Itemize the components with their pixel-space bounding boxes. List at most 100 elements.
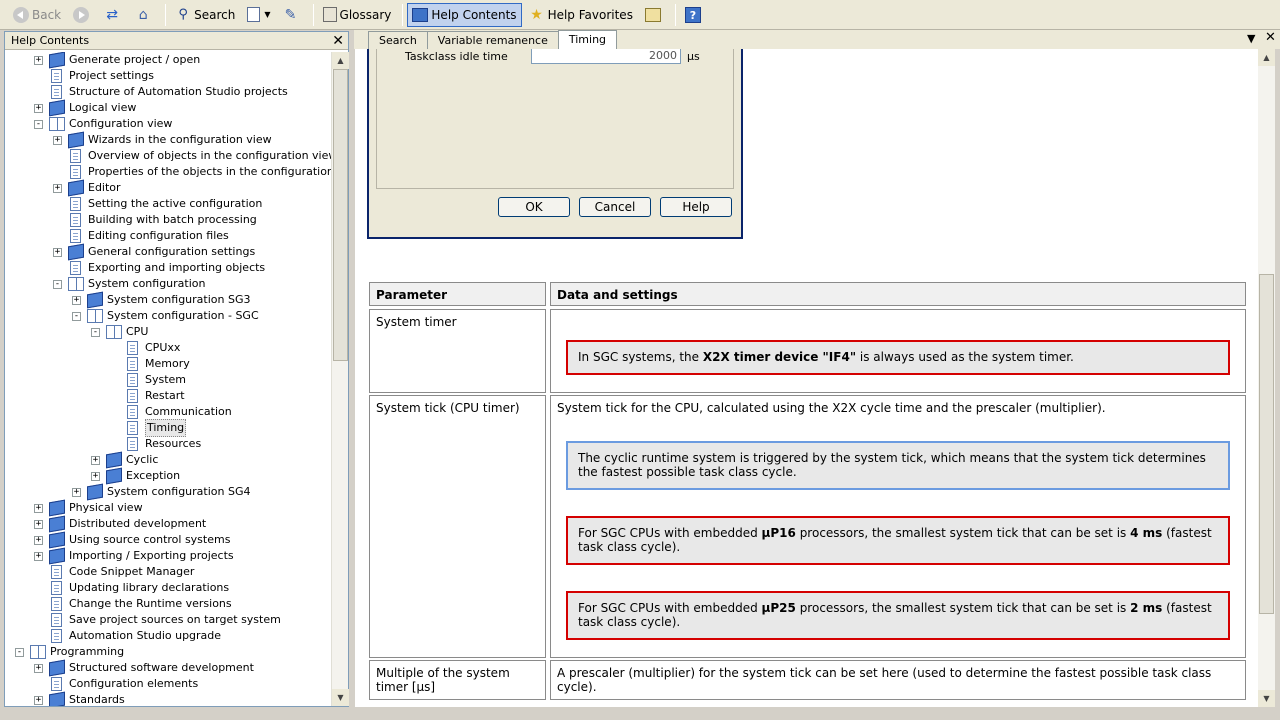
tree-item[interactable]: Communication	[110, 404, 232, 420]
tree-item[interactable]: - System configuration	[53, 276, 205, 292]
tree-item[interactable]: Exporting and importing objects	[53, 260, 265, 276]
help-favorites-button[interactable]: ★ Help Favorites	[524, 3, 638, 27]
tab-list-dropdown-icon[interactable]: ▼	[1247, 32, 1255, 45]
tree-item-label: Timing	[145, 419, 187, 437]
sync-button[interactable]: ⇄	[99, 3, 128, 27]
collapse-icon[interactable]: -	[15, 647, 24, 657]
tree-item-label: Updating library declarations	[69, 581, 230, 594]
tree-item[interactable]: Project settings	[34, 68, 154, 84]
tree-item[interactable]: Timing	[110, 419, 187, 437]
expand-icon[interactable]: +	[53, 183, 62, 193]
tree-item[interactable]: + Structured software development	[34, 659, 254, 677]
page-icon	[70, 165, 81, 179]
expand-icon[interactable]: +	[34, 103, 43, 113]
tree-item[interactable]: - Configuration view	[34, 116, 172, 132]
tree-item[interactable]: Configuration elements	[34, 676, 198, 692]
tree-item[interactable]: Setting the active configuration	[53, 196, 262, 212]
tab-search[interactable]: Search	[368, 31, 428, 49]
tree-item[interactable]: Save project sources on target system	[34, 612, 281, 628]
tree-item[interactable]: Restart	[110, 388, 185, 404]
tree-scrollbar[interactable]: ▲ ▼	[331, 52, 349, 706]
back-button[interactable]: Back	[8, 3, 66, 27]
close-icon[interactable]: ✕	[332, 34, 344, 48]
scroll-down-icon[interactable]: ▼	[1258, 690, 1275, 707]
tree-item[interactable]: System	[110, 372, 186, 388]
add-favorite-button[interactable]	[640, 3, 669, 27]
page-icon	[127, 341, 138, 355]
tree-item[interactable]: + Logical view	[34, 99, 137, 117]
tree-item[interactable]: Properties of the objects in the configu…	[53, 164, 333, 180]
tree-item[interactable]: Code Snippet Manager	[34, 564, 194, 580]
page-icon	[70, 229, 81, 243]
collapse-icon[interactable]: -	[34, 119, 43, 129]
tab-timing[interactable]: Timing	[557, 30, 618, 49]
expand-icon[interactable]: +	[34, 503, 43, 513]
expand-icon[interactable]: +	[34, 663, 43, 673]
tree-item[interactable]: + Generate project / open	[34, 52, 200, 69]
tree-item[interactable]: Resources	[110, 436, 201, 452]
tree-item[interactable]: + Physical view	[34, 499, 143, 517]
tree-item[interactable]: + Editor	[53, 179, 121, 197]
forward-button[interactable]	[68, 3, 97, 27]
expand-icon[interactable]: +	[34, 695, 43, 705]
scroll-up-icon[interactable]: ▲	[1258, 49, 1275, 66]
expand-icon[interactable]: +	[34, 535, 43, 545]
tree-item[interactable]: Editing configuration files	[53, 228, 229, 244]
tree-item[interactable]: + Importing / Exporting projects	[34, 547, 234, 565]
tree-item[interactable]: + Using source control systems	[34, 531, 230, 549]
expand-icon[interactable]: +	[34, 519, 43, 529]
tree-item[interactable]: + System configuration SG4	[72, 483, 250, 501]
tree-item[interactable]: + Standards	[34, 691, 125, 706]
tree-item[interactable]: + Exception	[91, 467, 180, 485]
expand-icon[interactable]: +	[72, 295, 81, 305]
content-scrollbar[interactable]: ▲ ▼	[1258, 49, 1275, 707]
tree-item[interactable]: - Programming	[15, 644, 124, 660]
collapse-icon[interactable]: -	[91, 327, 100, 337]
tree-item[interactable]: + Distributed development	[34, 515, 206, 533]
help-button[interactable]: ?	[680, 3, 709, 27]
home-button[interactable]: ⌂	[130, 3, 159, 27]
warning-note: In SGC systems, the X2X timer device "IF…	[566, 340, 1230, 375]
scroll-up-icon[interactable]: ▲	[332, 52, 349, 69]
book-icon	[49, 52, 65, 69]
tree-item[interactable]: Updating library declarations	[34, 580, 229, 596]
expand-icon[interactable]: +	[72, 487, 81, 497]
tree-item[interactable]: Memory	[110, 356, 190, 372]
scrollbar-thumb[interactable]	[333, 69, 348, 361]
document-dropdown-button[interactable]: ▼	[242, 3, 275, 27]
collapse-icon[interactable]: -	[53, 279, 62, 289]
scroll-down-icon[interactable]: ▼	[332, 689, 349, 706]
scrollbar-thumb[interactable]	[1259, 274, 1274, 614]
pen-button[interactable]: ✎	[278, 3, 307, 27]
help-contents-button[interactable]: Help Contents	[407, 2, 522, 27]
tree-item[interactable]: + Wizards in the configuration view	[53, 131, 272, 149]
tree-item-label: System	[145, 373, 187, 386]
tree-item[interactable]: Overview of objects in the configuration…	[53, 148, 333, 164]
tree-item[interactable]: CPUxx	[110, 340, 180, 356]
expand-icon[interactable]: +	[91, 471, 100, 481]
expand-icon[interactable]: +	[53, 247, 62, 257]
expand-icon[interactable]: +	[53, 135, 62, 145]
tree-item[interactable]: - CPU	[91, 324, 148, 340]
tree-item[interactable]: Building with batch processing	[53, 212, 257, 228]
expand-icon[interactable]: +	[91, 455, 100, 465]
tree-item-label: Cyclic	[126, 453, 159, 466]
tree-item[interactable]: + System configuration SG3	[72, 291, 250, 309]
tab-variable-remanence[interactable]: Variable remanence	[426, 31, 559, 49]
tree-item[interactable]: + Cyclic	[91, 451, 159, 469]
expand-icon[interactable]: +	[34, 551, 43, 561]
expand-icon[interactable]: +	[34, 55, 43, 65]
page-icon	[127, 357, 138, 371]
tree-item[interactable]: Structure of Automation Studio projects	[34, 84, 288, 100]
collapse-icon[interactable]: -	[72, 311, 81, 321]
glossary-button[interactable]: Glossary	[318, 3, 397, 27]
tree-item[interactable]: Automation Studio upgrade	[34, 628, 221, 644]
tree-item-label: Logical view	[69, 101, 137, 114]
search-button[interactable]: ⚲ Search	[170, 3, 240, 27]
tree-item[interactable]: - System configuration - SGC	[72, 308, 259, 324]
tree-item[interactable]: + General configuration settings	[53, 243, 255, 261]
close-tab-icon[interactable]: ✕	[1265, 30, 1276, 45]
param-system-timer: System timer	[369, 309, 546, 393]
header-data-settings: Data and settings	[550, 282, 1246, 306]
tree-item[interactable]: Change the Runtime versions	[34, 596, 232, 612]
